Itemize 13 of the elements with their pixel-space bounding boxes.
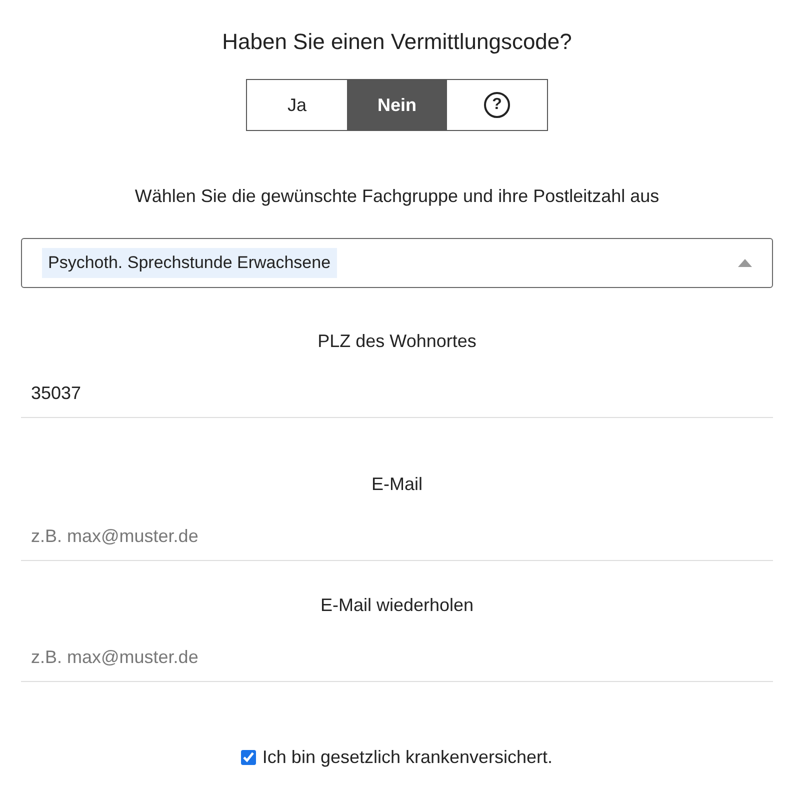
field-label: PLZ des Wohnortes (318, 330, 476, 353)
heading: Haben Sie einen Vermittlungscode? (222, 28, 572, 56)
input-field[interactable]: z.B. max@muster.de (21, 634, 773, 682)
specialty-select[interactable]: Psychoth. Sprechstunde Erwachsene (21, 238, 773, 288)
instruction: Wählen Sie die gewünschte Fachgruppe und ihre Postleitzahl aus (134, 185, 660, 208)
field-label: E-Mail wiederholen (320, 594, 474, 617)
checkbox-label: Ich bin gesetzlich krankenversichert. (262, 746, 553, 769)
checkbox[interactable] (241, 750, 256, 765)
input-field[interactable]: 35037 (21, 370, 773, 418)
toggle-option[interactable]: Nein (347, 80, 447, 130)
input-field[interactable]: z.B. max@muster.de (21, 513, 773, 561)
field-label: E-Mail (371, 473, 422, 496)
selected-tag: Psychoth. Sprechstunde Erwachsene (42, 248, 337, 278)
